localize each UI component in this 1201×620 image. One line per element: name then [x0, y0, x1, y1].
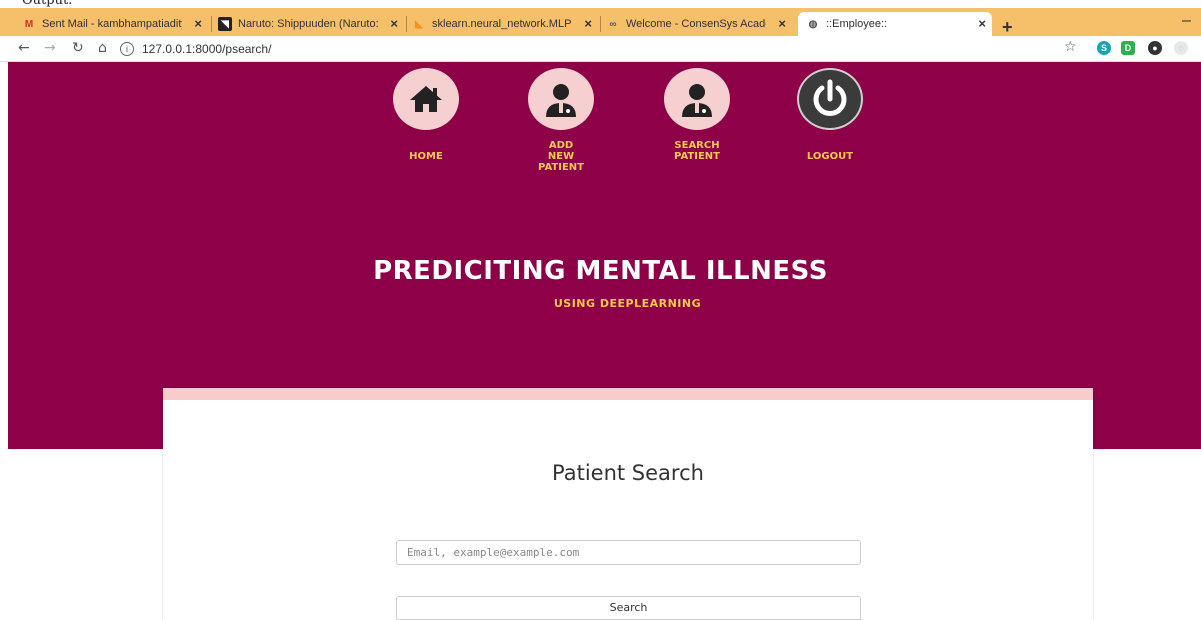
logout-circle[interactable] — [797, 68, 863, 130]
tab-naruto[interactable]: ◥ Naruto: Shippuuden (Naruto: Shi × — [218, 12, 404, 36]
power-icon — [813, 79, 847, 116]
nav-home[interactable]: HOME — [391, 68, 461, 162]
nav-label-line2: PATIENT — [674, 151, 720, 162]
tab-title: Sent Mail - kambhampatiaditya0 — [42, 18, 182, 30]
address-bar-row: ← → ↻ ⌂ i 127.0.0.1:8000/psearch/ ☆ S D … — [0, 36, 1201, 62]
browser-tab-bar: M Sent Mail - kambhampatiaditya0 × ◥ Nar… — [0, 8, 1201, 38]
search-button[interactable]: Search — [396, 596, 861, 620]
nav-label-line1: ADD — [548, 140, 574, 151]
card-top-bar — [163, 388, 1093, 400]
tab-gmail[interactable]: M Sent Mail - kambhampatiaditya0 × — [22, 12, 208, 36]
nav-add-patient[interactable]: ADD NEW PATIENT — [524, 68, 598, 173]
tab-separator — [211, 16, 212, 32]
close-icon[interactable]: × — [584, 16, 592, 31]
tab-sklearn[interactable]: ◣ sklearn.neural_network.MLPClass × — [412, 12, 598, 36]
new-tab-button[interactable]: + — [1002, 17, 1013, 38]
url-field[interactable]: i 127.0.0.1:8000/psearch/ — [120, 39, 1086, 59]
doctor-icon — [546, 84, 576, 117]
reload-icon[interactable]: ↻ — [72, 40, 84, 56]
house-icon — [410, 86, 442, 112]
url-text: 127.0.0.1:8000/psearch/ — [142, 42, 272, 56]
home-icon[interactable]: ⌂ — [98, 40, 107, 56]
nav-logout[interactable]: LOGOUT — [795, 68, 865, 162]
email-search-input[interactable] — [396, 540, 861, 565]
page-headline: PREDICITING MENTAL ILLNESS — [373, 256, 828, 286]
tab-title: Welcome - ConsenSys Academy — [626, 18, 766, 30]
close-icon[interactable]: × — [390, 16, 398, 31]
page-subheadline: USING DEEPLEARNING — [553, 297, 702, 310]
tab-title: ::Employee:: — [826, 18, 888, 30]
extension-light-icon[interactable]: ◌ — [1174, 41, 1188, 55]
tab-consensys[interactable]: ∞ Welcome - ConsenSys Academy × — [606, 12, 792, 36]
back-icon[interactable]: ← — [18, 40, 30, 56]
nav-label[interactable]: SEARCH PATIENT — [660, 140, 734, 162]
skype-icon[interactable]: S — [1097, 41, 1111, 55]
close-icon[interactable]: × — [778, 16, 786, 31]
search-patient-circle[interactable] — [664, 68, 730, 130]
home-button-circle[interactable] — [393, 68, 459, 130]
consensys-icon: ∞ — [609, 18, 617, 30]
extension-dark-icon[interactable]: ● — [1148, 41, 1162, 55]
info-icon[interactable]: i — [120, 42, 134, 56]
crunchyroll-icon: ◥ — [218, 17, 232, 31]
gmail-icon: M — [24, 18, 34, 30]
close-icon[interactable]: × — [194, 16, 202, 31]
extension-d-icon[interactable]: D — [1121, 41, 1135, 55]
top-text-strip: Output: — [0, 0, 1201, 8]
top-text: Output: — [22, 0, 73, 8]
card-title: Patient Search — [552, 461, 704, 485]
minimize-icon[interactable]: – — [1182, 12, 1191, 30]
nav-search-patient[interactable]: SEARCH PATIENT — [660, 68, 734, 162]
nav-label[interactable]: LOGOUT — [795, 151, 865, 162]
nav-label-line2: NEW PATIENT — [538, 151, 584, 173]
add-patient-circle[interactable] — [528, 68, 594, 130]
nav-label[interactable]: ADD NEW PATIENT — [524, 140, 598, 173]
doctor-icon — [682, 84, 712, 117]
sklearn-icon: ◣ — [415, 18, 423, 30]
search-card: Patient Search Search — [163, 388, 1093, 620]
tab-separator — [600, 16, 601, 32]
tab-employee[interactable]: ◍ ::Employee:: × — [798, 12, 992, 36]
forward-icon[interactable]: → — [44, 40, 56, 56]
nav-label[interactable]: HOME — [391, 151, 461, 162]
bookmark-star-icon[interactable]: ☆ — [1064, 39, 1077, 55]
tab-title: sklearn.neural_network.MLPClass — [432, 18, 572, 30]
tab-separator — [406, 16, 407, 32]
tab-title: Naruto: Shippuuden (Naruto: Shi — [238, 18, 378, 30]
globe-icon: ◍ — [808, 18, 818, 30]
nav-label-line1: SEARCH — [674, 140, 720, 151]
close-icon[interactable]: × — [978, 16, 986, 31]
